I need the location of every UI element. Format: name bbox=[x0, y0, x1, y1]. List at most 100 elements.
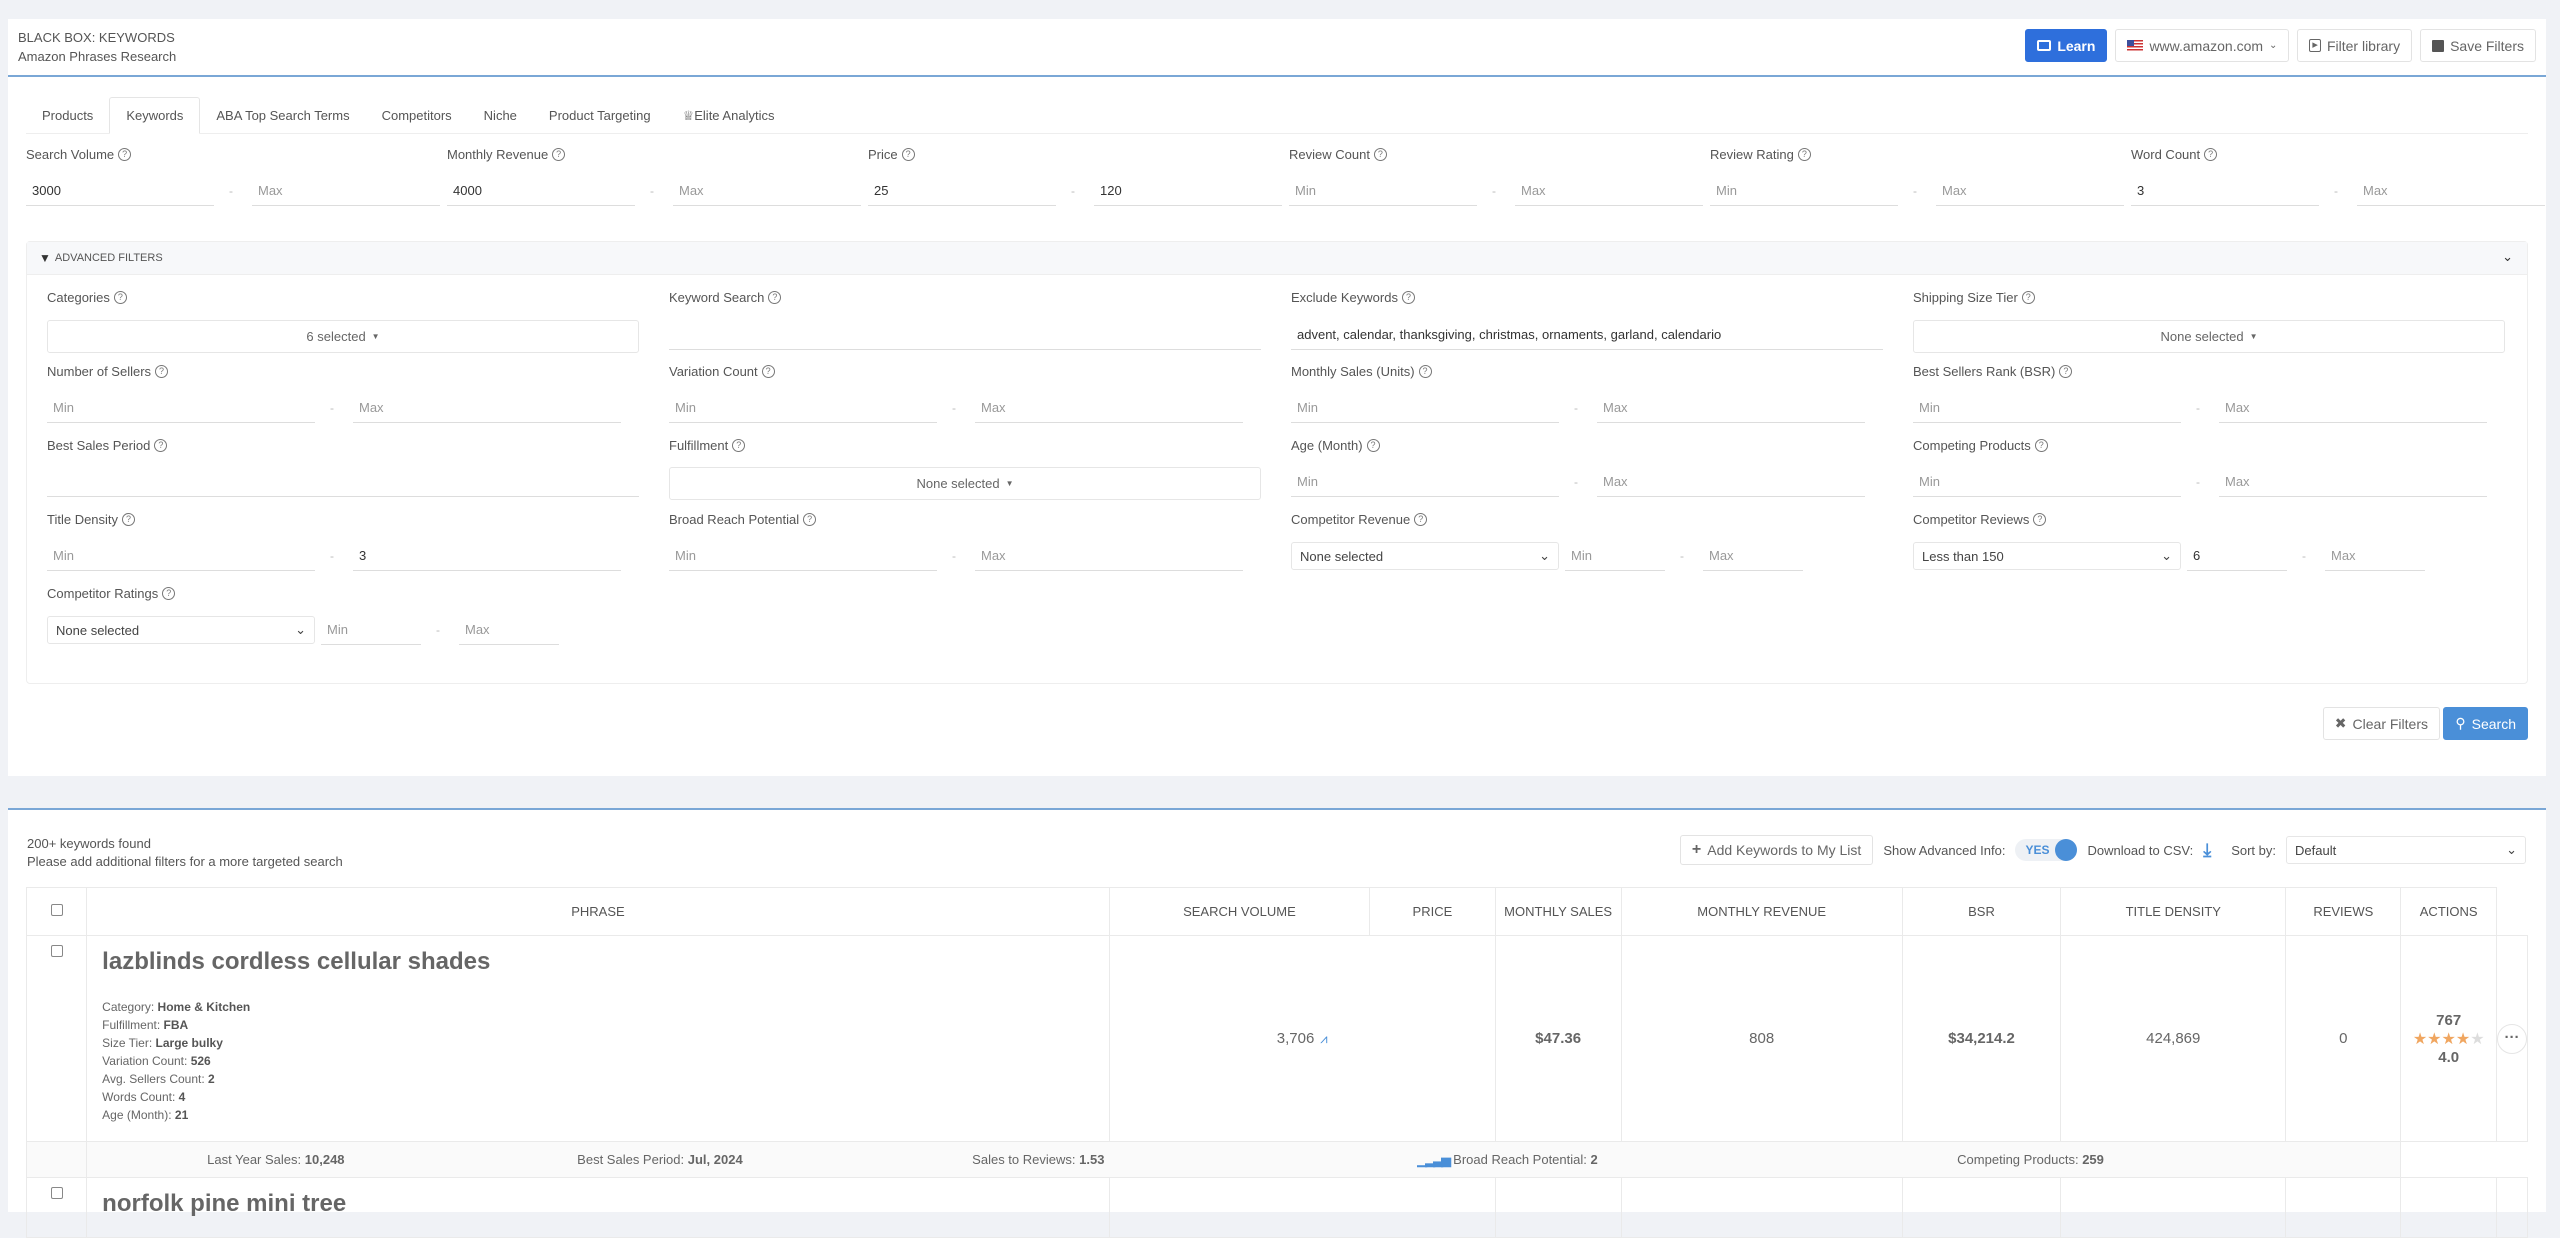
tab-competitors[interactable]: Competitors bbox=[366, 97, 468, 134]
select-all-checkbox[interactable] bbox=[50, 904, 63, 916]
clear-filters-button[interactable]: ✖ Clear Filters bbox=[2322, 707, 2440, 740]
search-volume-max-input[interactable] bbox=[252, 176, 440, 206]
add-keywords-button[interactable]: + Add Keywords to My List bbox=[1679, 835, 1874, 865]
search-button[interactable]: ⚲ Search bbox=[2443, 707, 2528, 740]
help-icon[interactable]: ? bbox=[113, 291, 127, 304]
competitor-ratings-select[interactable]: None selected ⌄ bbox=[47, 616, 315, 644]
help-icon[interactable]: ? bbox=[154, 439, 168, 452]
column-header-actions[interactable]: ACTIONS bbox=[2400, 887, 2497, 936]
competing-products-max-input[interactable] bbox=[2219, 467, 2487, 497]
word-count-min-input[interactable] bbox=[2131, 176, 2319, 206]
title-density-max-input[interactable] bbox=[353, 541, 621, 571]
tab-product-targeting[interactable]: Product Targeting bbox=[533, 97, 667, 134]
trend-chart-icon[interactable]: ⩘ bbox=[1320, 1031, 1327, 1046]
help-icon[interactable]: ? bbox=[122, 513, 136, 526]
help-icon[interactable]: ? bbox=[155, 365, 169, 378]
learn-button[interactable]: Learn bbox=[2025, 29, 2108, 62]
broad-reach-potential-min-input[interactable] bbox=[669, 541, 937, 571]
help-icon[interactable]: ? bbox=[2021, 291, 2035, 304]
column-header-bsr[interactable]: BSR bbox=[1901, 887, 2062, 936]
review-count-min-input[interactable] bbox=[1289, 176, 1477, 206]
sort-select[interactable]: Default ⌄ bbox=[2286, 836, 2526, 864]
column-header-reviews[interactable]: REVIEWS bbox=[2285, 887, 2402, 936]
advanced-info-toggle[interactable]: YES bbox=[2015, 839, 2078, 861]
competitor-revenue-max-input[interactable] bbox=[1703, 541, 1803, 571]
help-icon[interactable]: ? bbox=[901, 148, 915, 161]
tab-products[interactable]: Products bbox=[26, 97, 109, 134]
monthly-sales-max-input[interactable] bbox=[1597, 393, 1865, 423]
help-icon[interactable]: ? bbox=[1418, 365, 1432, 378]
help-icon[interactable]: ? bbox=[1414, 513, 1428, 526]
tab-keywords[interactable]: Keywords bbox=[109, 97, 201, 134]
phrase-title[interactable]: norfolk pine mini tree bbox=[102, 1190, 1094, 1218]
more-actions-button[interactable]: ··· bbox=[2497, 1023, 2527, 1054]
variation-count-max-input[interactable] bbox=[975, 393, 1243, 423]
help-icon[interactable]: ? bbox=[768, 291, 782, 304]
monthly-revenue-max-input[interactable] bbox=[673, 176, 861, 206]
save-filters-button[interactable]: Save Filters bbox=[2420, 29, 2536, 62]
help-icon[interactable]: ? bbox=[1373, 148, 1387, 161]
help-icon[interactable]: ? bbox=[2059, 365, 2073, 378]
tab-elite-analytics[interactable]: ♕ Elite Analytics bbox=[667, 97, 791, 134]
column-header-monthly-sales[interactable]: MONTHLY SALES bbox=[1494, 887, 1622, 936]
help-icon[interactable]: ? bbox=[1366, 439, 1380, 452]
review-rating-max-input[interactable] bbox=[1936, 176, 2124, 206]
help-icon[interactable]: ? bbox=[2034, 439, 2048, 452]
help-icon[interactable]: ? bbox=[732, 439, 746, 452]
marketplace-select[interactable]: www.amazon.com ⌄ bbox=[2115, 29, 2290, 62]
help-icon[interactable]: ? bbox=[552, 148, 566, 161]
bsr-min-input[interactable] bbox=[1913, 393, 2181, 423]
competitor-ratings-max-input[interactable] bbox=[459, 615, 559, 645]
column-header-title-density[interactable]: TITLE DENSITY bbox=[2060, 887, 2287, 936]
categories-select[interactable]: 6 selected ▼ bbox=[47, 320, 639, 353]
exclude-keywords-input[interactable] bbox=[1291, 320, 1883, 350]
help-icon[interactable]: ? bbox=[162, 587, 176, 600]
help-icon[interactable]: ? bbox=[761, 365, 775, 378]
word-count-max-input[interactable] bbox=[2357, 176, 2545, 206]
column-header-price[interactable]: PRICE bbox=[1369, 887, 1496, 936]
help-icon[interactable]: ? bbox=[1401, 291, 1415, 304]
help-icon[interactable]: ? bbox=[803, 513, 817, 526]
review-rating-min-input[interactable] bbox=[1710, 176, 1898, 206]
monthly-sales-min-input[interactable] bbox=[1291, 393, 1559, 423]
number-of-sellers-min-input[interactable] bbox=[47, 393, 315, 423]
column-header-monthly-revenue[interactable]: MONTHLY REVENUE bbox=[1620, 887, 1903, 936]
row-checkbox[interactable] bbox=[50, 945, 63, 957]
help-icon[interactable]: ? bbox=[118, 148, 132, 161]
monthly-revenue-min-input[interactable] bbox=[447, 176, 635, 206]
variation-count-min-input[interactable] bbox=[669, 393, 937, 423]
fulfillment-select[interactable]: None selected ▼ bbox=[669, 467, 1261, 500]
download-icon[interactable]: ⤓ bbox=[2203, 840, 2211, 861]
age-min-input[interactable] bbox=[1291, 467, 1559, 497]
price-min-input[interactable] bbox=[868, 176, 1056, 206]
broad-reach-potential-max-input[interactable] bbox=[975, 541, 1243, 571]
bsr-max-input[interactable] bbox=[2219, 393, 2487, 423]
best-sales-period-input[interactable] bbox=[47, 467, 639, 497]
shipping-size-tier-select[interactable]: None selected ▼ bbox=[1913, 320, 2505, 353]
help-icon[interactable]: ? bbox=[2204, 148, 2218, 161]
competitor-reviews-select[interactable]: Less than 150 ⌄ bbox=[1913, 542, 2181, 570]
tab-niche[interactable]: Niche bbox=[468, 97, 533, 134]
advanced-filters-toggle[interactable]: ▼ ADVANCED FILTERS ⌄ bbox=[27, 242, 2527, 275]
column-header-phrase[interactable]: PHRASE bbox=[86, 887, 1110, 936]
competitor-reviews-min-input[interactable] bbox=[2187, 541, 2287, 571]
competitor-reviews-max-input[interactable] bbox=[2325, 541, 2425, 571]
title-density-min-input[interactable] bbox=[47, 541, 315, 571]
competitor-ratings-min-input[interactable] bbox=[321, 615, 421, 645]
column-header-search-volume[interactable]: SEARCH VOLUME bbox=[1108, 887, 1371, 936]
age-max-input[interactable] bbox=[1597, 467, 1865, 497]
competing-products-min-input[interactable] bbox=[1913, 467, 2181, 497]
search-volume-min-input[interactable] bbox=[26, 176, 214, 206]
keyword-search-input[interactable] bbox=[669, 320, 1261, 350]
number-of-sellers-max-input[interactable] bbox=[353, 393, 621, 423]
price-max-input[interactable] bbox=[1094, 176, 1282, 206]
competitor-revenue-min-input[interactable] bbox=[1565, 541, 1665, 571]
review-count-max-input[interactable] bbox=[1515, 176, 1703, 206]
phrase-title[interactable]: lazblinds cordless cellular shades bbox=[102, 948, 1094, 976]
tab-aba-top-search-terms[interactable]: ABA Top Search Terms bbox=[200, 97, 365, 134]
filter-library-button[interactable]: ▸ Filter library bbox=[2297, 29, 2413, 62]
help-icon[interactable]: ? bbox=[2033, 513, 2047, 526]
competitor-revenue-select[interactable]: None selected ⌄ bbox=[1291, 542, 1559, 570]
row-checkbox[interactable] bbox=[50, 1187, 63, 1199]
help-icon[interactable]: ? bbox=[1797, 148, 1811, 161]
